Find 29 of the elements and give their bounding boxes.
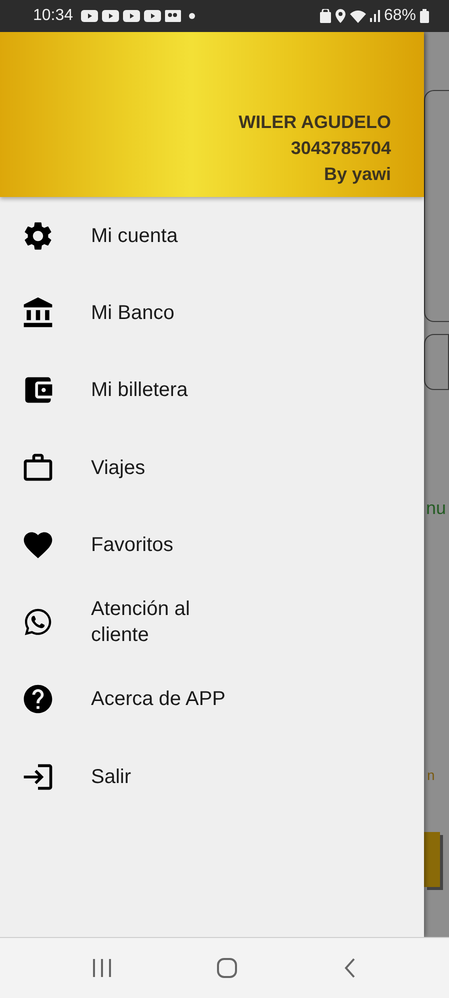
video-notification-icon	[144, 10, 162, 22]
battery-icon	[420, 9, 429, 23]
menu-item[interactable]: Mi cuenta	[0, 197, 424, 274]
byline: By yawi	[324, 163, 391, 186]
battery-percentage: 68%	[384, 7, 416, 25]
bank-icon	[21, 296, 55, 330]
video-notification-icon	[123, 10, 140, 22]
menu-item[interactable]: Salir	[0, 738, 424, 816]
user-name: WILER AGUDELO	[238, 111, 391, 134]
phone-number: 3043785704	[290, 137, 391, 160]
field-outline	[424, 334, 449, 390]
lock-icon	[320, 9, 331, 23]
menu-item[interactable]: Favoritos	[0, 506, 424, 584]
wifi-icon	[350, 10, 366, 22]
location-icon	[334, 9, 346, 23]
menu-item[interactable]: Mi Banco	[0, 274, 424, 352]
menu-item[interactable]: Mi billetera	[0, 352, 424, 429]
menu-item[interactable]: Atención al cliente	[0, 583, 424, 661]
video-notification-icon	[102, 10, 120, 22]
status-time: 10:34	[33, 7, 74, 25]
back-icon[interactable]	[342, 958, 357, 978]
recent-apps-icon[interactable]	[92, 959, 112, 977]
signal-icon	[370, 10, 380, 22]
menu-item[interactable]: Viajes	[0, 428, 424, 506]
menu-item[interactable]: Acerca de APP	[0, 660, 424, 738]
video-notification-icon	[81, 10, 98, 22]
background-text: nu	[426, 498, 446, 519]
background-text: n	[427, 767, 435, 783]
home-icon[interactable]	[216, 957, 238, 979]
